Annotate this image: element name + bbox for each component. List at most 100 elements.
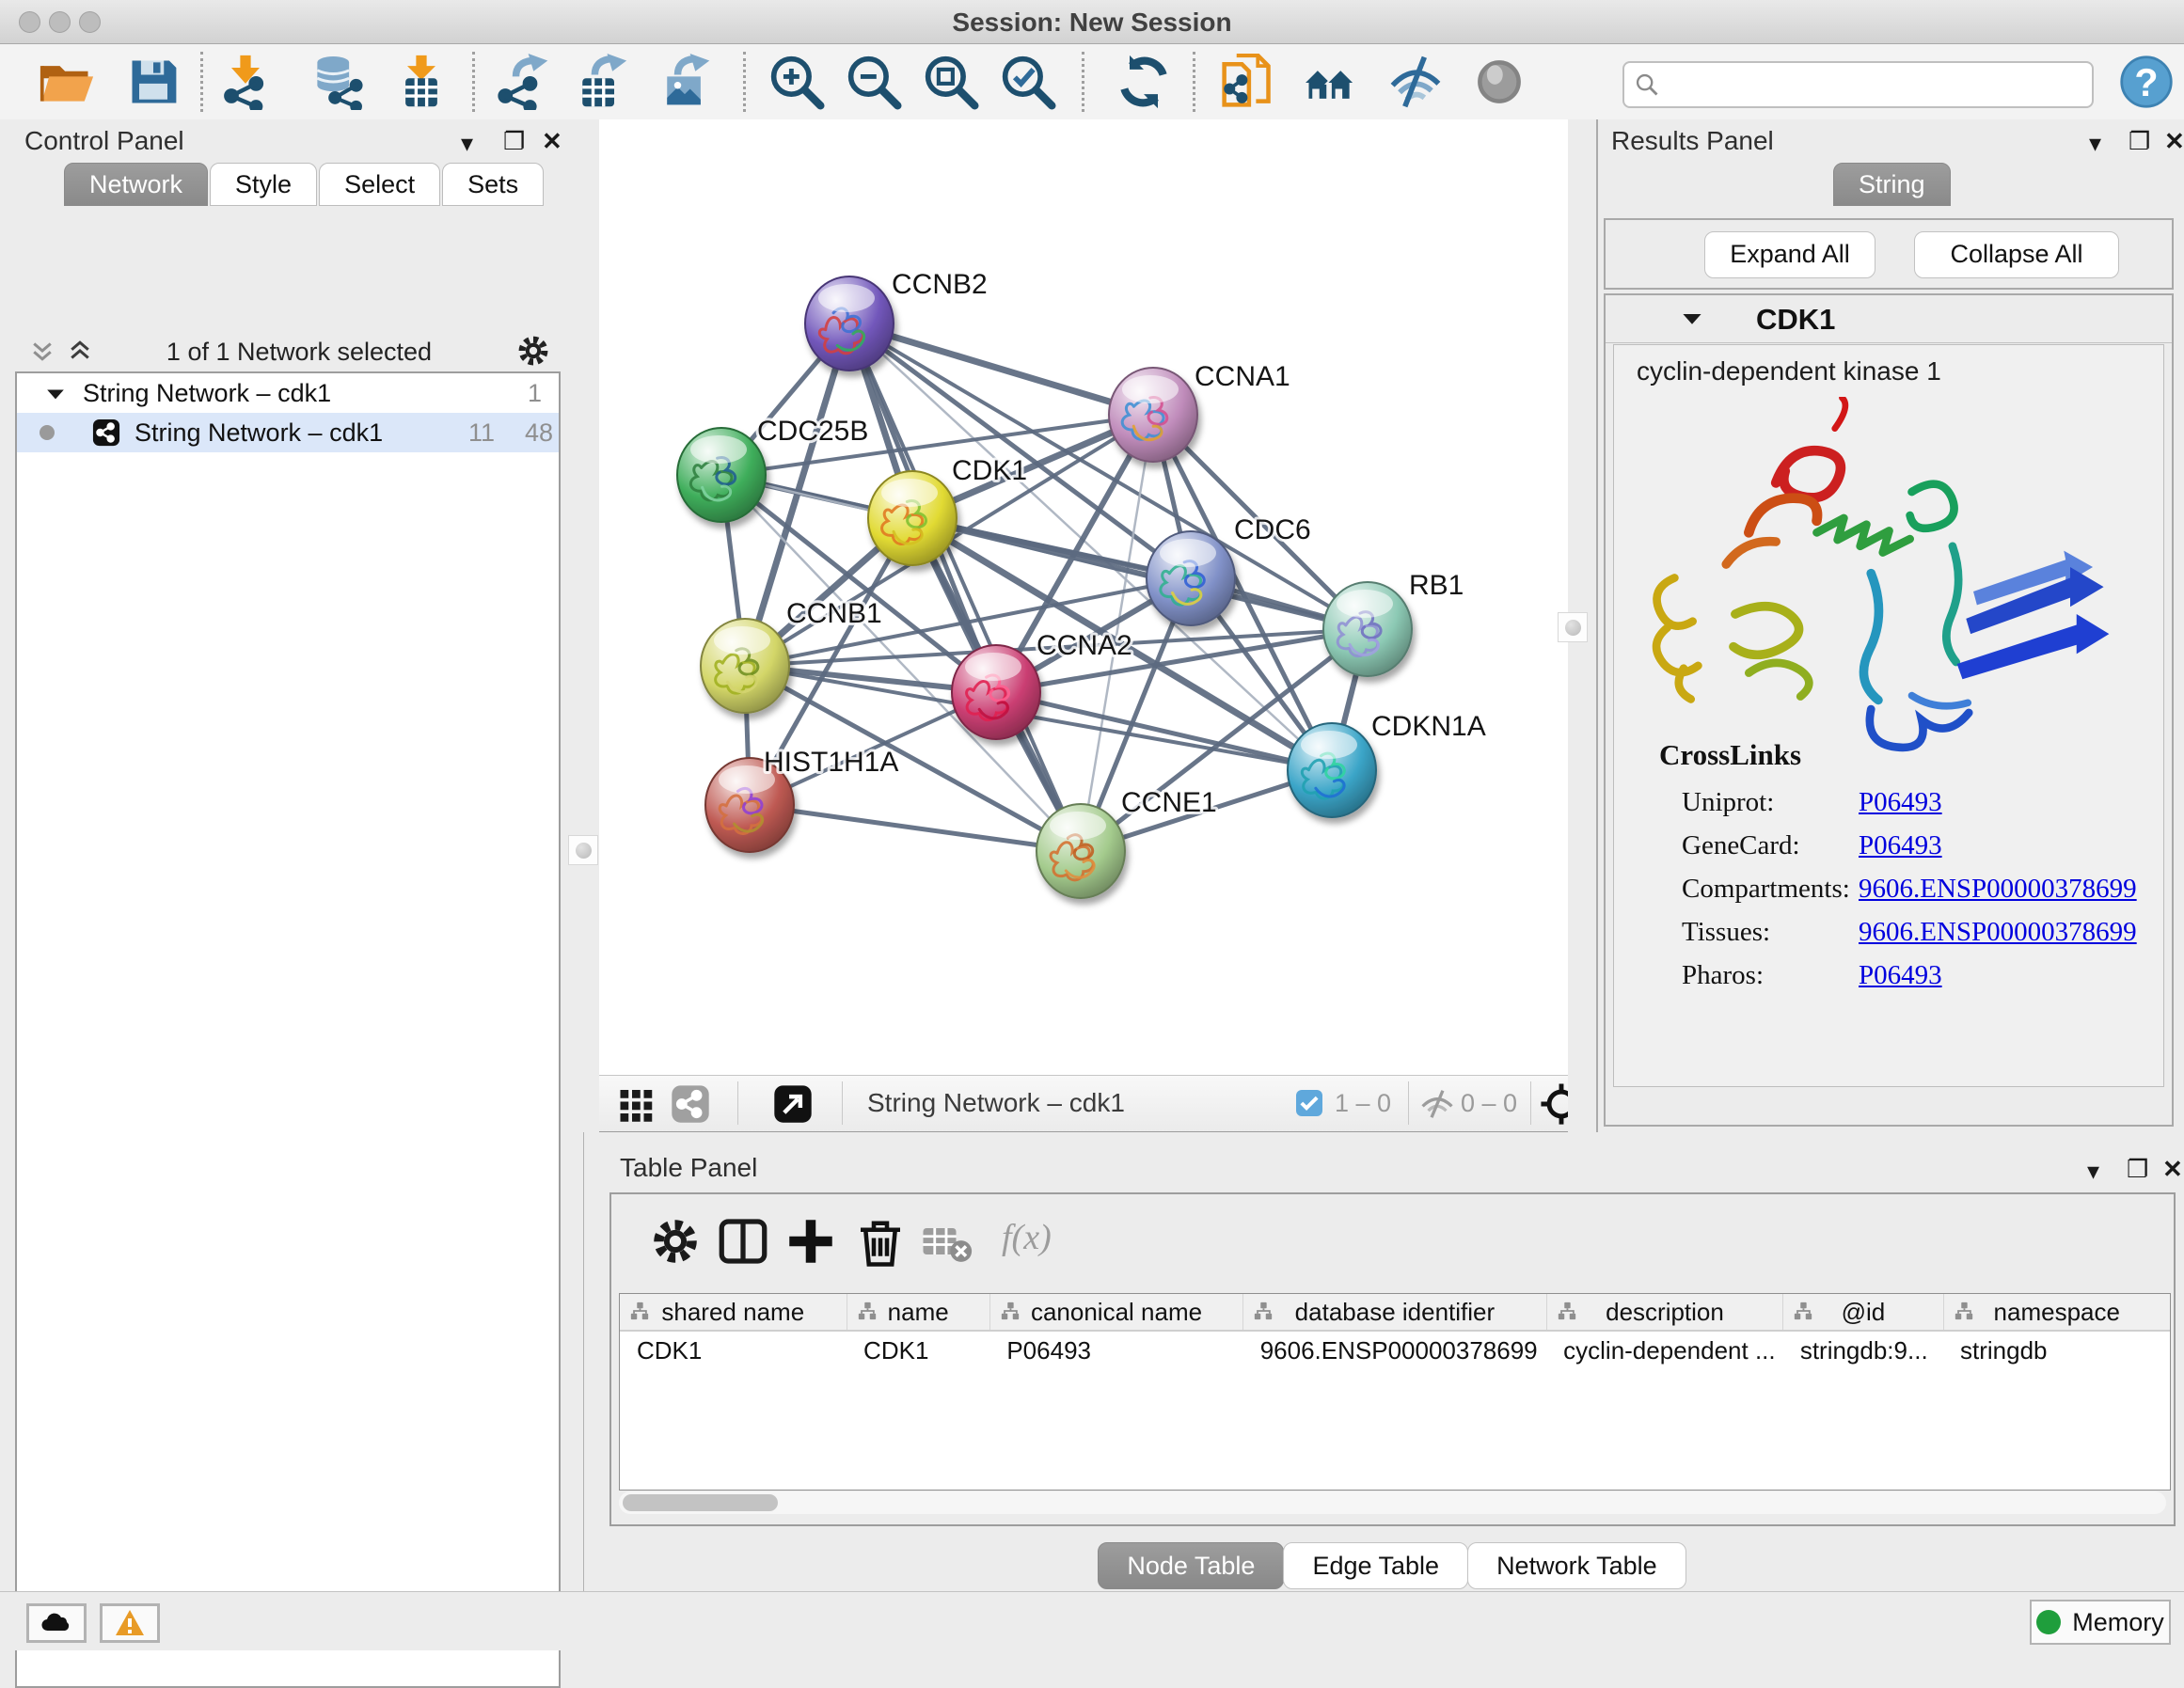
node-CCNB1[interactable] <box>701 619 789 713</box>
close-panel-icon[interactable]: ✕ <box>542 127 562 156</box>
tab-network[interactable]: Network <box>64 163 208 206</box>
node-CDC25B[interactable] <box>677 428 766 522</box>
birds-eye-view-icon[interactable] <box>773 1084 813 1124</box>
node-label-CCNA2: CCNA2 <box>1037 630 1132 661</box>
show-orb-icon[interactable] <box>1471 54 1527 110</box>
expand-all-icon[interactable] <box>66 337 94 365</box>
network-canvas[interactable]: CCNB2CCNA1CDC25BCDK1CDC6RB1CCNB1CCNA2CDK… <box>599 119 1568 1075</box>
column-header[interactable]: canonical name <box>989 1294 1242 1331</box>
add-column-icon[interactable] <box>784 1215 837 1268</box>
zoom-selected-icon[interactable] <box>1000 54 1056 110</box>
left-splitter-grip[interactable] <box>568 835 598 865</box>
zoom-in-icon[interactable] <box>768 54 825 110</box>
refresh-icon[interactable] <box>1116 54 1172 110</box>
column-header[interactable]: description <box>1546 1294 1783 1331</box>
tab-edge-table[interactable]: Edge Table <box>1283 1542 1468 1589</box>
help-icon[interactable]: ? <box>2118 54 2175 110</box>
tab-string[interactable]: String <box>1833 163 1951 206</box>
grid-view-icon[interactable] <box>618 1085 656 1123</box>
float-panel-icon[interactable]: ❐ <box>2127 1155 2148 1184</box>
column-header[interactable]: database identifier <box>1243 1294 1546 1331</box>
node-CCNB2[interactable] <box>805 276 894 371</box>
import-database-icon[interactable] <box>309 54 365 110</box>
table-cell[interactable]: CDK1 <box>847 1331 989 1369</box>
table-cell[interactable]: cyclin-dependent ... <box>1546 1331 1783 1369</box>
crosslink-value[interactable]: P06493 <box>1859 787 1942 818</box>
column-header[interactable]: namespace <box>1943 1294 2170 1331</box>
network-row[interactable]: String Network – cdk1 11 48 <box>17 413 559 452</box>
memory-button[interactable]: Memory <box>2030 1600 2171 1645</box>
show-columns-icon[interactable] <box>717 1215 769 1268</box>
home-icon[interactable] <box>1302 54 1358 110</box>
tab-node-table[interactable]: Node Table <box>1098 1542 1284 1589</box>
node-CCNE1[interactable] <box>1037 804 1125 898</box>
node-CCNA2[interactable] <box>952 645 1040 739</box>
gear-icon[interactable] <box>649 1215 702 1268</box>
table-box: f(x) shared namenamecanonical namedataba… <box>609 1192 2176 1526</box>
delete-column-icon[interactable] <box>854 1215 907 1268</box>
export-table-icon[interactable] <box>572 54 628 110</box>
export-network-icon[interactable] <box>495 54 551 110</box>
cloud-icon <box>40 1611 73 1635</box>
crosslink-value[interactable]: 9606.ENSP00000378699 <box>1859 874 2137 905</box>
save-session-icon[interactable] <box>125 54 182 110</box>
cloud-button[interactable] <box>26 1603 87 1643</box>
import-table-icon[interactable] <box>393 54 450 110</box>
node-RB1[interactable] <box>1323 582 1412 676</box>
hide-eye-icon[interactable] <box>1387 54 1444 110</box>
zoom-out-icon[interactable] <box>846 54 902 110</box>
panel-menu-icon[interactable]: ▾ <box>2087 1157 2099 1186</box>
table-hscrollbar-thumb[interactable] <box>623 1494 778 1511</box>
collapse-triangle-icon[interactable] <box>1681 308 1703 331</box>
table-cell[interactable]: stringdb <box>1943 1331 2170 1369</box>
table-cell[interactable]: P06493 <box>989 1331 1242 1369</box>
warning-button[interactable] <box>100 1603 160 1643</box>
column-header[interactable]: @id <box>1783 1294 1943 1331</box>
search-input[interactable] <box>1668 66 2085 102</box>
open-session-icon[interactable] <box>39 54 95 110</box>
float-panel-icon[interactable]: ❐ <box>503 127 525 156</box>
tab-select[interactable]: Select <box>319 163 440 206</box>
collapse-all-icon[interactable] <box>28 337 56 365</box>
table-cell[interactable]: CDK1 <box>620 1331 847 1369</box>
table-cell[interactable]: stringdb:9... <box>1783 1331 1943 1369</box>
results-tabs: String <box>1833 163 1953 206</box>
node-CDK1[interactable] <box>868 471 957 565</box>
collapse-triangle-icon[interactable] <box>45 385 66 405</box>
close-panel-icon[interactable]: ✕ <box>2162 1155 2183 1184</box>
edge-CCNB2-CCNA1[interactable] <box>849 323 1153 415</box>
share-document-icon[interactable] <box>1219 54 1275 110</box>
gear-icon[interactable] <box>515 333 551 369</box>
selected-checkbox[interactable] <box>1296 1090 1322 1116</box>
column-header[interactable]: shared name <box>620 1294 847 1331</box>
share-view-icon[interactable] <box>671 1084 710 1124</box>
close-panel-icon[interactable]: ✕ <box>2164 127 2184 156</box>
column-header[interactable]: name <box>847 1294 989 1331</box>
function-builder-icon: f(x) <box>1002 1217 1052 1258</box>
tab-network-table[interactable]: Network Table <box>1467 1542 1686 1589</box>
crosslink-value[interactable]: 9606.ENSP00000378699 <box>1859 917 2137 948</box>
hidden-eye-icon <box>1419 1086 1455 1122</box>
crosslink-value[interactable]: P06493 <box>1859 830 1942 861</box>
tab-sets[interactable]: Sets <box>442 163 544 206</box>
node-CDC6[interactable] <box>1147 531 1235 625</box>
table-cell[interactable]: 9606.ENSP00000378699 <box>1243 1331 1546 1369</box>
node-CDKN1A[interactable] <box>1288 723 1376 817</box>
edge-HIST1H1A-CCNE1[interactable] <box>750 805 1081 851</box>
crosslink-value[interactable]: P06493 <box>1859 960 1942 991</box>
collapse-all-button[interactable]: Collapse All <box>1914 231 2119 278</box>
export-image-icon[interactable] <box>657 54 713 110</box>
right-splitter-grip[interactable] <box>1558 612 1588 642</box>
network-selection-bar: 1 of 1 Network selected <box>17 331 562 372</box>
expand-all-button[interactable]: Expand All <box>1704 231 1875 278</box>
float-panel-icon[interactable]: ❐ <box>2129 127 2150 156</box>
node-CCNA1[interactable] <box>1109 368 1197 462</box>
table-hscrollbar[interactable] <box>619 1491 2166 1514</box>
protein-header[interactable]: CDK1 <box>1606 295 2172 343</box>
network-collection-row[interactable]: String Network – cdk1 1 <box>17 373 559 413</box>
import-network-icon[interactable] <box>217 54 274 110</box>
zoom-fit-icon[interactable] <box>923 54 979 110</box>
tab-style[interactable]: Style <box>210 163 317 206</box>
panel-menu-icon[interactable]: ▾ <box>2089 129 2101 158</box>
panel-menu-icon[interactable]: ▾ <box>461 129 473 158</box>
